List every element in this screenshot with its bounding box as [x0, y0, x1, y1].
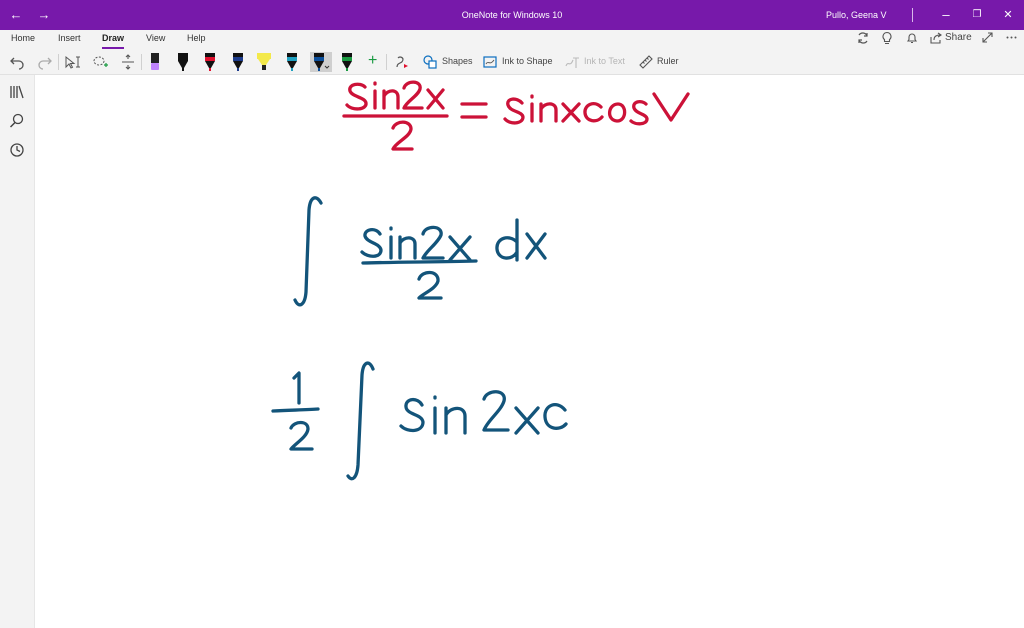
- pen-red-icon[interactable]: [202, 52, 218, 72]
- more-options-icon[interactable]: [1005, 31, 1018, 44]
- ink-stroke: [607, 102, 627, 123]
- add-pen-button[interactable]: +: [368, 50, 377, 74]
- ink-stroke: [398, 235, 417, 260]
- title-separator: [912, 8, 913, 22]
- ink-stroke: [391, 120, 414, 151]
- ink-stroke: [503, 97, 525, 125]
- shapes-button[interactable]: Shapes: [442, 50, 473, 74]
- tab-view[interactable]: View: [146, 30, 165, 50]
- highlighter-yellow-icon[interactable]: [256, 52, 272, 72]
- ink-stroke: [382, 89, 400, 110]
- ink-stroke: [421, 225, 445, 260]
- ink-to-shape-icon[interactable]: [482, 54, 498, 70]
- ink-stroke: [539, 102, 558, 123]
- share-button[interactable]: Share: [945, 30, 972, 50]
- ink-stroke: [346, 361, 375, 481]
- ink-stroke: [543, 403, 568, 430]
- add-space-icon[interactable]: [120, 54, 136, 70]
- ink-stroke: [289, 420, 314, 451]
- shapes-icon[interactable]: [422, 54, 438, 70]
- minimize-button[interactable]: –: [934, 0, 958, 30]
- pen-navy-icon[interactable]: [230, 52, 246, 72]
- pen-black-icon[interactable]: [175, 52, 191, 72]
- ink-stroke-group-red: [342, 80, 690, 151]
- page-canvas[interactable]: [35, 75, 1024, 628]
- search-icon[interactable]: [8, 112, 26, 130]
- ink-stroke-group-blue-1: [293, 196, 547, 307]
- ribbon-tabs: Home Insert Draw View Help Share: [0, 30, 1024, 50]
- ink-stroke: [292, 371, 301, 405]
- ink-stroke: [271, 407, 320, 413]
- ink-stroke: [399, 397, 425, 433]
- pencil-purple-icon[interactable]: [147, 52, 163, 72]
- toolbar-separator: [386, 54, 387, 70]
- tab-help[interactable]: Help: [187, 30, 206, 50]
- redo-icon[interactable]: [37, 54, 53, 70]
- ink-replay-icon[interactable]: [394, 54, 410, 70]
- user-name[interactable]: Pullo, Geena V: [826, 0, 887, 30]
- restore-button[interactable]: ❐: [965, 0, 989, 30]
- ink-stroke: [402, 80, 424, 110]
- tab-draw[interactable]: Draw: [102, 30, 125, 50]
- ink-stroke: [460, 102, 488, 119]
- ink-stroke: [514, 406, 540, 435]
- left-sidebar: [0, 75, 35, 628]
- lightbulb-icon[interactable]: [880, 31, 894, 45]
- type-select-icon[interactable]: [64, 54, 82, 70]
- ink-stroke: [426, 88, 445, 110]
- ink-stroke: [444, 406, 467, 435]
- ink-stroke: [293, 196, 323, 307]
- ink-stroke: [448, 235, 472, 262]
- ink-stroke: [495, 218, 519, 262]
- lasso-select-icon[interactable]: [92, 54, 108, 70]
- tab-insert[interactable]: Insert: [58, 30, 81, 50]
- ink-stroke: [652, 92, 690, 122]
- close-button[interactable]: ✕: [996, 0, 1020, 30]
- pen-teal-icon[interactable]: [284, 52, 300, 72]
- share-icon[interactable]: [930, 32, 943, 44]
- undo-icon[interactable]: [9, 54, 25, 70]
- recent-icon[interactable]: [8, 141, 26, 159]
- ink-stroke: [417, 270, 443, 300]
- ink-stroke: [361, 259, 478, 265]
- pen-green-icon[interactable]: [339, 52, 355, 72]
- ink-stroke: [482, 390, 510, 432]
- ink-to-text-button: Ink to Text: [584, 56, 625, 66]
- toolbar-separator: [58, 54, 59, 70]
- ink-stroke: [629, 100, 649, 126]
- ink-stroke: [583, 102, 604, 123]
- ink-stroke-group-blue-2: [271, 361, 568, 481]
- ink-stroke: [525, 232, 547, 260]
- ruler-button[interactable]: Ruler: [657, 50, 679, 74]
- ruler-icon[interactable]: [638, 54, 654, 70]
- sync-icon[interactable]: [856, 31, 870, 45]
- pen-blue-icon[interactable]: [310, 52, 332, 72]
- title-bar: ← → OneNote for Windows 10 Pullo, Geena …: [0, 0, 1024, 30]
- expand-icon[interactable]: [981, 31, 994, 44]
- bell-icon[interactable]: [905, 31, 919, 45]
- ink-stroke: [561, 102, 581, 123]
- tab-home[interactable]: Home: [11, 30, 35, 50]
- ink-stroke: [360, 228, 383, 258]
- ink-stroke: [345, 82, 368, 111]
- ink-to-text-icon: [565, 57, 579, 68]
- notebooks-icon[interactable]: [8, 83, 26, 101]
- draw-toolbar: + Shapes Ink to Shape Ink to Text Ruler: [0, 50, 1024, 75]
- toolbar-separator: [141, 54, 142, 70]
- ink-to-shape-button[interactable]: Ink to Shape: [502, 50, 553, 74]
